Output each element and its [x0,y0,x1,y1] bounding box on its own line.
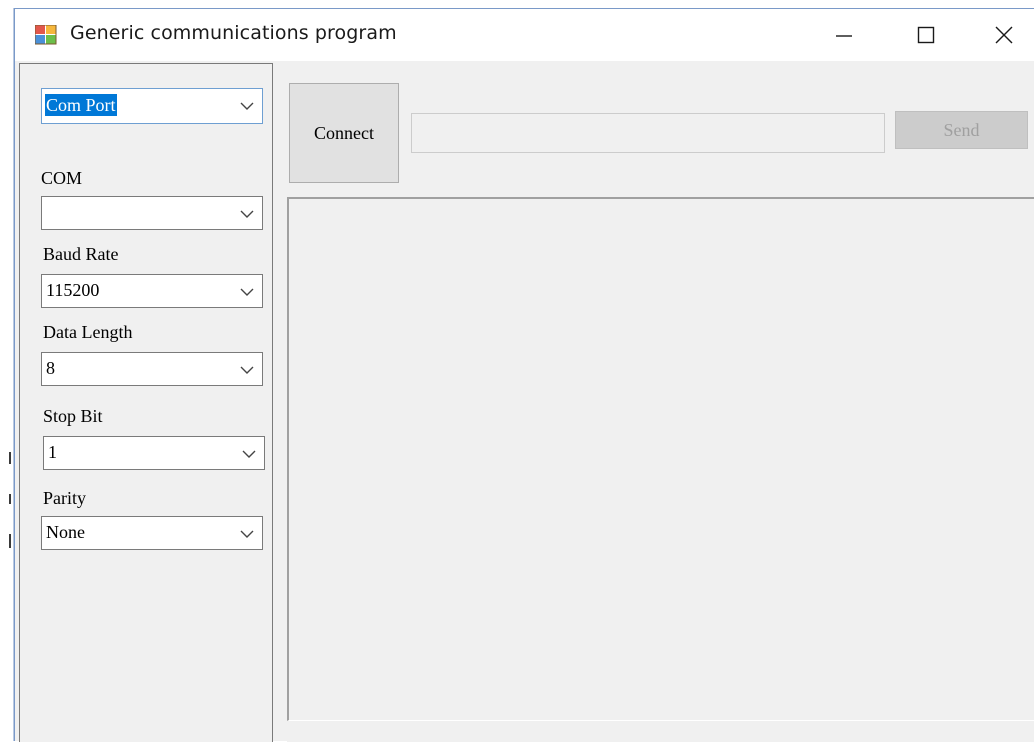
title-bar[interactable]: Generic communications program [15,9,1034,61]
baud-rate-select[interactable]: 115200 [41,274,263,308]
chevron-down-icon [240,530,254,538]
main-window: Generic communications program Com Port [14,8,1034,742]
data-length-label: Data Length [43,322,133,342]
background-edge-mark [9,452,11,464]
parity-label: Parity [43,488,86,508]
data-length-select[interactable]: 8 [41,352,263,386]
baud-rate-label: Baud Rate [43,244,119,264]
chevron-down-icon [240,210,254,218]
chevron-down-icon [240,366,254,374]
output-log-area[interactable] [287,197,1034,721]
chevron-down-icon [240,102,254,110]
parity-select[interactable]: None [41,516,263,550]
data-length-value: 8 [46,358,55,378]
window-bottom-strip [287,721,1034,742]
minimize-icon [836,35,852,37]
close-button[interactable] [973,9,1034,61]
app-icon [35,25,57,45]
maximize-button[interactable] [891,9,961,61]
send-text-input[interactable] [411,113,885,153]
background-edge-mark [9,494,11,504]
stop-bit-value: 1 [48,442,57,462]
mode-select-value: Com Port [45,94,117,116]
send-button[interactable]: Send [895,111,1028,149]
baud-rate-value: 115200 [46,280,100,300]
connect-button[interactable]: Connect [289,83,399,183]
chevron-down-icon [240,288,254,296]
close-icon [995,26,1013,44]
stop-bit-select[interactable]: 1 [43,436,265,470]
maximize-icon [917,26,935,44]
com-label: COM [41,168,83,188]
background-edge-mark [9,534,11,548]
parity-value: None [46,522,85,542]
stop-bit-label: Stop Bit [43,406,103,426]
window-title: Generic communications program [70,22,397,44]
com-select[interactable] [41,196,263,230]
minimize-button[interactable] [809,9,879,61]
settings-panel: Com Port COM Baud Rate 115200 Data Lengt… [19,63,273,742]
chevron-down-icon [242,450,256,458]
mode-select[interactable]: Com Port [41,88,263,124]
